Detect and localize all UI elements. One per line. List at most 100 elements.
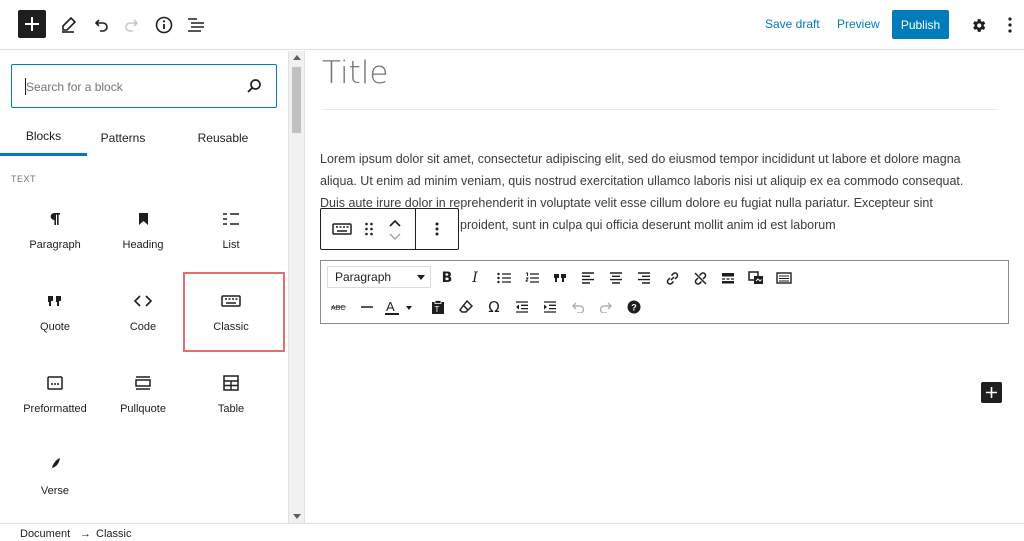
block-quote[interactable]: Quote — [11, 280, 99, 356]
svg-text:?: ? — [631, 303, 637, 313]
tab-blocks[interactable]: Blocks — [0, 119, 87, 156]
paste-as-text-button[interactable]: T — [426, 295, 450, 319]
save-draft-button[interactable]: Save draft — [765, 17, 820, 31]
strikethrough-icon: ABC — [331, 305, 346, 312]
toolbar-separator — [415, 209, 416, 249]
block-verse[interactable]: Verse — [11, 444, 99, 520]
italic-button[interactable]: I — [463, 266, 487, 290]
block-options-button[interactable] — [425, 217, 449, 241]
omega-icon: Ω — [488, 298, 500, 316]
info-icon — [155, 16, 173, 34]
redo-icon — [125, 19, 139, 32]
bullet-list-button[interactable] — [492, 266, 516, 290]
insert-link-button[interactable] — [660, 266, 684, 290]
details-button[interactable] — [149, 10, 179, 40]
block-table[interactable]: Table — [187, 362, 275, 438]
align-right-button[interactable] — [632, 266, 656, 290]
quote-icon — [554, 274, 566, 282]
align-left-icon — [582, 272, 594, 284]
block-label: Code — [129, 321, 157, 333]
numbered-list-button[interactable] — [520, 266, 544, 290]
list-view-button[interactable] — [181, 10, 211, 40]
indent-icon — [544, 301, 556, 313]
keyboard-shortcuts-button[interactable]: ? — [622, 295, 646, 319]
block-toolbar — [320, 208, 459, 250]
align-right-icon — [638, 272, 650, 284]
clear-formatting-button[interactable] — [454, 295, 478, 319]
align-center-button[interactable] — [604, 266, 628, 290]
add-media-button[interactable] — [744, 266, 768, 290]
settings-button[interactable] — [963, 10, 993, 40]
chevron-down-icon — [389, 233, 401, 240]
strikethrough-button[interactable]: ABC — [327, 295, 351, 319]
block-preformatted[interactable]: Preformatted — [11, 362, 99, 438]
block-pullquote[interactable]: Pullquote — [99, 362, 187, 438]
svg-text:ABC: ABC — [331, 305, 345, 312]
toolbar-toggle-icon — [776, 272, 792, 284]
bullet-list-icon — [497, 272, 511, 284]
drag-handle[interactable] — [357, 217, 381, 241]
bold-icon: B — [441, 270, 453, 286]
list-icon — [223, 213, 239, 225]
tab-patterns[interactable]: Patterns — [87, 119, 159, 156]
classic-redo-button[interactable] — [594, 295, 618, 319]
bold-button[interactable]: B — [435, 266, 459, 290]
svg-text:A: A — [386, 299, 395, 314]
breadcrumb-classic: Classic — [96, 528, 132, 540]
eraser-icon — [459, 300, 473, 313]
code-icon — [134, 295, 152, 307]
block-paragraph[interactable]: Paragraph — [11, 198, 99, 274]
block-heading[interactable]: Heading — [99, 198, 187, 274]
horizontal-line-button[interactable] — [355, 295, 379, 319]
scroll-up-arrow-icon[interactable] — [293, 55, 301, 60]
text-color-button[interactable]: A — [381, 295, 419, 319]
block-label: Pullquote — [120, 403, 166, 415]
breadcrumb-separator-arrow-icon: → — [80, 528, 91, 540]
classic-undo-button[interactable] — [566, 295, 590, 319]
align-left-button[interactable] — [576, 266, 600, 290]
clipboard-icon: T — [432, 299, 444, 314]
toolbar-toggle-button[interactable] — [772, 266, 796, 290]
format-select[interactable]: Paragraph — [327, 266, 431, 288]
indent-button[interactable] — [538, 295, 562, 319]
post-title-input[interactable]: Title — [322, 55, 388, 91]
publish-button[interactable]: Publish — [892, 10, 949, 39]
add-block-button[interactable] — [18, 10, 46, 38]
redo-button[interactable] — [117, 10, 147, 40]
block-inserter-panel: Search for a block Blocks Patterns Reusa… — [0, 51, 289, 523]
remove-link-button[interactable] — [688, 266, 712, 290]
search-placeholder: Search for a block — [26, 80, 123, 94]
tools-button[interactable] — [53, 10, 83, 40]
move-down-button[interactable] — [383, 225, 407, 249]
block-label: List — [222, 239, 240, 251]
outdent-button[interactable] — [510, 295, 534, 319]
scroll-thumb[interactable] — [292, 67, 301, 133]
tab-reusable[interactable]: Reusable — [187, 119, 259, 156]
blockquote-button[interactable] — [548, 266, 572, 290]
scroll-down-arrow-icon[interactable] — [293, 514, 301, 519]
preformatted-icon — [47, 376, 63, 390]
inserter-scrollbar[interactable] — [289, 51, 305, 523]
preview-button[interactable]: Preview — [837, 17, 880, 31]
special-character-button[interactable]: Ω — [482, 295, 506, 319]
block-label: Quote — [40, 321, 70, 333]
block-type-button[interactable] — [330, 217, 354, 241]
undo-button[interactable] — [86, 10, 116, 40]
read-more-button[interactable] — [716, 266, 740, 290]
gear-icon — [972, 18, 985, 32]
add-block-inline-button[interactable] — [981, 382, 1002, 403]
block-list[interactable]: List — [187, 198, 275, 274]
plus-icon — [986, 387, 997, 398]
block-search-input[interactable]: Search for a block — [11, 64, 277, 108]
block-label: Heading — [122, 239, 164, 251]
block-code[interactable]: Code — [99, 280, 187, 356]
breadcrumb-document[interactable]: Document — [20, 528, 70, 540]
more-options-button[interactable] — [995, 10, 1024, 40]
svg-text:T: T — [435, 305, 440, 314]
classic-highlight-box — [183, 272, 285, 352]
paragraph-line: aliqua. Ut enim ad minim veniam, quis no… — [320, 174, 964, 188]
breadcrumb-bar: Document → Classic — [0, 523, 1024, 541]
search-icon — [247, 79, 261, 93]
plus-icon — [25, 17, 39, 31]
read-more-icon — [722, 273, 734, 284]
